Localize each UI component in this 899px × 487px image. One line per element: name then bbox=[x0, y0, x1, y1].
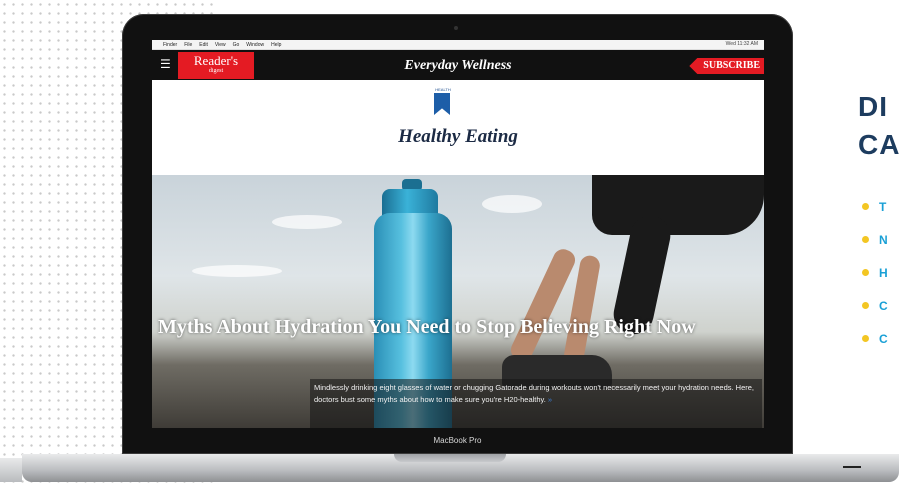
menu-item-go[interactable]: Go bbox=[233, 42, 240, 48]
menu-item-finder[interactable]: Finder bbox=[163, 42, 177, 48]
list-item: C bbox=[862, 289, 888, 322]
side-heading: DI CA bbox=[858, 88, 899, 164]
cloud-shape bbox=[272, 215, 342, 229]
side-heading-line1: DI bbox=[858, 91, 888, 122]
camera-icon bbox=[454, 26, 458, 30]
ribbon-icon bbox=[434, 93, 450, 115]
runner-legs bbox=[592, 175, 764, 235]
subscribe-button[interactable]: SUBSCRIBE bbox=[689, 58, 764, 74]
bullet-dot-icon bbox=[862, 203, 869, 210]
list-item-text: H bbox=[879, 265, 888, 280]
laptop-screen: Finder File Edit View Go Window Help Wed… bbox=[152, 40, 764, 428]
read-more-arrow-icon[interactable]: » bbox=[548, 395, 552, 404]
bullet-dot-icon bbox=[862, 335, 869, 342]
laptop-base-edge bbox=[0, 458, 22, 482]
list-item: N bbox=[862, 223, 888, 256]
bullet-dot-icon bbox=[862, 302, 869, 309]
article-headline[interactable]: Myths About Hydration You Need to Stop B… bbox=[158, 313, 758, 341]
list-item-text: N bbox=[879, 232, 888, 247]
hero-article[interactable]: Myths About Hydration You Need to Stop B… bbox=[152, 175, 764, 428]
menu-item-view[interactable]: View bbox=[215, 42, 226, 48]
bullet-dot-icon bbox=[862, 236, 869, 243]
cloud-shape bbox=[192, 265, 282, 277]
list-item-text: C bbox=[879, 298, 888, 313]
menu-item-help[interactable]: Help bbox=[271, 42, 281, 48]
list-item: C bbox=[862, 322, 888, 355]
site-section-title[interactable]: Everyday Wellness bbox=[152, 58, 764, 74]
article-description-text: Mindlessly drinking eight glasses of wat… bbox=[314, 383, 754, 404]
laptop-base-mark bbox=[843, 466, 861, 468]
side-bullet-list: T N H C C bbox=[862, 190, 888, 355]
bullet-dot-icon bbox=[862, 269, 869, 276]
menu-item-window[interactable]: Window bbox=[246, 42, 264, 48]
category-title: Healthy Eating bbox=[398, 126, 518, 147]
list-item: H bbox=[862, 256, 888, 289]
menu-item-edit[interactable]: Edit bbox=[199, 42, 208, 48]
menubar-status-clock: Wed 11:32 AM bbox=[725, 41, 758, 47]
list-item-text: C bbox=[879, 331, 888, 346]
os-menubar: Finder File Edit View Go Window Help Wed… bbox=[152, 40, 764, 50]
laptop-base-notch bbox=[394, 454, 506, 462]
laptop-model-label: MacBook Pro bbox=[433, 436, 482, 445]
list-item-text: T bbox=[879, 199, 887, 214]
article-description: Mindlessly drinking eight glasses of wat… bbox=[310, 379, 762, 428]
category-tag: HEALTH bbox=[435, 87, 451, 92]
site-header: ☰ Reader's digest Everyday Wellness SUBS… bbox=[152, 50, 764, 80]
list-item: T bbox=[862, 190, 888, 223]
side-heading-line2: CA bbox=[858, 129, 899, 160]
menu-item-file[interactable]: File bbox=[184, 42, 192, 48]
cloud-shape bbox=[482, 195, 542, 213]
